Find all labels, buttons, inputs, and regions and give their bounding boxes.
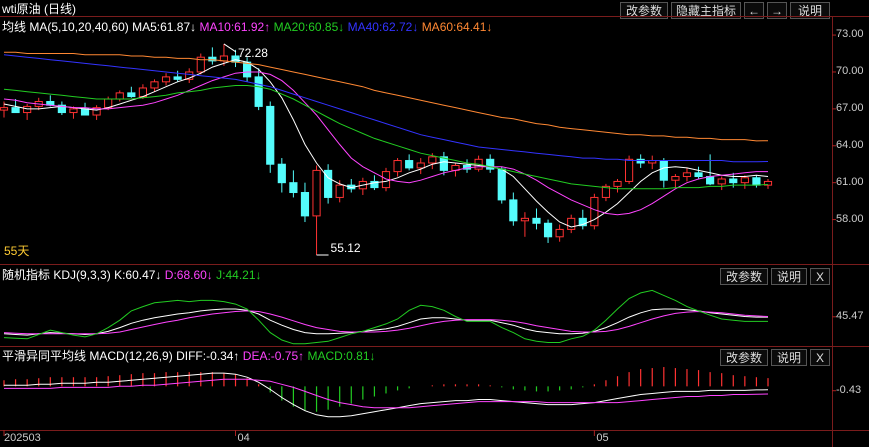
candle-body [300,192,310,217]
candle-body [243,61,252,78]
candle-body [706,176,715,185]
low-price-label: 55.12 [330,241,361,255]
candle-body [590,196,599,227]
candle-body [23,105,32,114]
candle-body [405,160,414,169]
kdj-axis-tick-label: 45.47 [836,309,864,322]
candle-body [509,199,518,222]
candle-body [659,160,668,181]
candle-body [161,76,171,83]
candle-body [636,158,645,164]
candle-body [335,184,344,198]
candle-body [752,177,761,186]
main-axis-tick-label: 73.00 [836,28,864,41]
price-chart-svg[interactable] [0,0,869,447]
x-axis-tick-label: 04 [237,432,250,444]
candle-body [555,228,564,238]
candle-body [543,222,553,238]
ma-line-ma5 [3,59,769,228]
candle-body [520,217,529,222]
candle-body [625,158,634,182]
kdj-line-j [3,289,768,345]
days-count-label: 55天 [4,244,30,258]
candle-body [254,76,263,107]
main-axis-tick-label: 64.00 [836,138,864,151]
candle-body [682,172,692,178]
candle-body [532,217,541,224]
high-price-label: 72.28 [237,45,268,60]
macd-line-diff [4,372,769,418]
candle-body [393,160,402,173]
candle-body [428,156,437,164]
macd-axis-tick-label: -0.43 [836,383,862,396]
candle-body [80,108,90,116]
chart-window: wti原油 (日线) 改参数 隐藏主指标 ← → 说明 均线 MA(5,10,2… [0,0,869,447]
candle-body [671,176,680,181]
candle-body [150,81,159,89]
main-axis-tick-label: 61.00 [836,175,864,188]
candle-body [729,178,738,184]
candle-body [69,108,78,114]
main-axis-tick-label: 58.00 [836,212,864,225]
candle-body [416,162,425,169]
x-axis-tick-label: 202503 [4,432,41,444]
candle-body [717,178,726,185]
candle-body [567,217,576,230]
candle-body [115,92,124,100]
x-axis-tick-label: 05 [596,432,609,444]
candle-body [173,76,182,80]
main-axis-tick-label: 70.00 [836,64,864,77]
ma-line-ma40 [3,54,769,163]
candle-body [266,105,275,165]
main-axis-tick-label: 67.00 [836,101,864,114]
candle-body [497,168,506,201]
candle-body [277,163,286,184]
candle-body [0,107,9,111]
candle-body [11,107,20,114]
candle-body [127,92,136,98]
candle-body [289,182,298,194]
candle-body [694,172,703,178]
candle-body [312,169,321,217]
high-marker-line [223,43,237,53]
candle-body [613,180,622,187]
kdj-line-d [3,310,769,335]
candle-body [740,177,749,184]
